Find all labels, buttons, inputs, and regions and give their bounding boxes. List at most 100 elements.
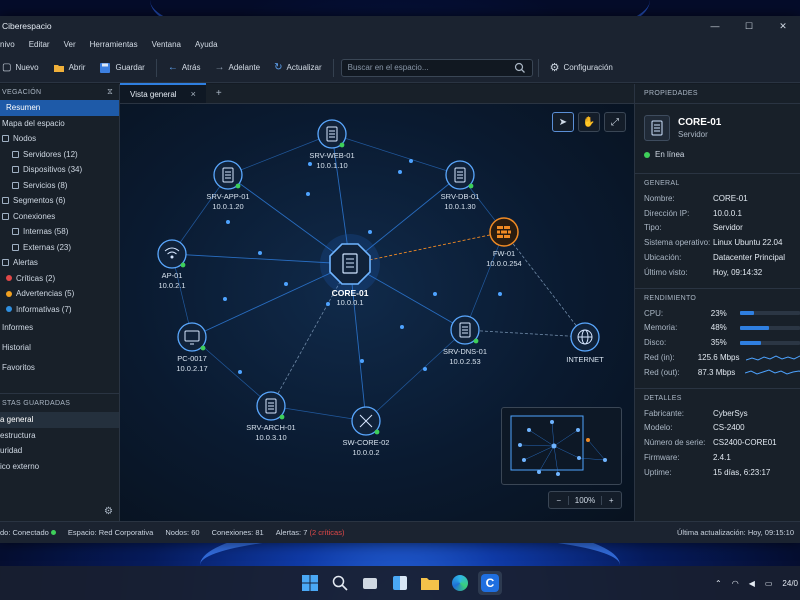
task-view-button[interactable] — [358, 571, 382, 595]
node-label-arch[interactable]: SRV-ARCH-01 10.0.3.10 — [226, 423, 316, 443]
search-input[interactable]: Buscar en el espacio... — [340, 58, 533, 77]
sidebar-item-segments[interactable]: Segmentos (6) — [0, 193, 119, 209]
pan-tool-button[interactable]: ✋ — [578, 112, 600, 132]
online-dot — [374, 429, 380, 435]
tab-close-icon[interactable]: × — [191, 89, 196, 99]
alerts-count[interactable]: Alertas: 7 (2 críticas) — [276, 528, 345, 537]
node-label-db[interactable]: SRV-DB-01 10.0.1.30 — [415, 192, 505, 212]
sidebar-item-label: Externas (23) — [23, 242, 72, 252]
sidebar-item-label: Nodos — [13, 134, 37, 144]
minimap[interactable] — [501, 407, 622, 485]
sidebar-item-services[interactable]: Servicios (8) — [0, 178, 119, 194]
sidebar-item-map[interactable]: Mapa del espacio — [0, 116, 119, 132]
node-name: CORE-01 — [331, 288, 369, 298]
saved-views-title: STAS GUARDADAS — [2, 399, 71, 407]
open-button[interactable]: Abrir — [47, 57, 92, 79]
zoom-out-button[interactable]: − — [549, 496, 568, 505]
volume-icon[interactable]: ◀ — [749, 579, 755, 588]
saved-view-item[interactable]: uridad — [0, 443, 119, 459]
node-label-pc[interactable]: PC-0017 10.0.2.17 — [147, 354, 237, 374]
save-button[interactable]: Guardar — [93, 57, 150, 79]
edge — [365, 329, 466, 422]
new-button[interactable]: ▢ Nuevo — [0, 57, 45, 79]
prop-row: Sistema operativo: Linux Ubuntu 22.04 — [644, 235, 800, 250]
menu-window[interactable]: Ventana — [152, 40, 181, 49]
connections-icon — [2, 212, 9, 220]
node-label-ap[interactable]: AP-01 10.0.2.1 — [127, 271, 217, 291]
menu-view[interactable]: Ver — [64, 40, 76, 49]
sidebar-item-connections[interactable]: Conexiones — [0, 209, 119, 225]
edge-pulse — [498, 292, 502, 296]
sidebar-item-reports[interactable]: Informes — [0, 317, 119, 337]
clock-date[interactable]: 24/0 — [782, 579, 798, 588]
prop-row: Ubicación: Datacenter Principal — [644, 250, 800, 265]
node-label-dns[interactable]: SRV-DNS-01 10.0.2.53 — [420, 347, 510, 367]
server-icon — [12, 150, 19, 158]
menu-edit[interactable]: Editar — [29, 40, 50, 49]
add-tab-button[interactable]: + — [206, 83, 232, 103]
saved-view-item[interactable]: a general — [0, 412, 119, 428]
close-button[interactable]: ✕ — [766, 21, 800, 32]
menu-tools[interactable]: Herramientas — [90, 40, 138, 49]
edge-pulse — [284, 282, 288, 286]
collapse-icon[interactable]: ⧖ — [107, 87, 113, 97]
sidebar-item-devices[interactable]: Dispositivos (34) — [0, 162, 119, 178]
edge-browser-button[interactable] — [448, 571, 472, 595]
zoom-in-button[interactable]: + — [602, 496, 621, 505]
node-ip: 10.0.1.20 — [212, 202, 244, 211]
back-button[interactable]: ← Atrás — [162, 57, 207, 79]
node-label-fw[interactable]: FW-01 10.0.0.254 — [459, 249, 549, 269]
node-label-core[interactable]: CORE-01 10.0.0.1 — [305, 288, 395, 308]
sidebar-item-info[interactable]: Informativas (7) — [0, 302, 119, 318]
sidebar-item-servers[interactable]: Servidores (12) — [0, 147, 119, 163]
menu-file[interactable]: nivo — [0, 40, 15, 49]
windows-pane — [310, 583, 318, 591]
sidebar-item-critical[interactable]: Críticas (2) — [0, 271, 119, 287]
node-label-web[interactable]: SRV-WEB-01 10.0.1.10 — [287, 151, 377, 171]
sidebar-item-alerts[interactable]: Alertas — [0, 255, 119, 271]
sidebar-gear-icon[interactable]: ⚙ — [104, 506, 113, 517]
taskbar-search-button[interactable] — [328, 571, 352, 595]
sidebar-item-external[interactable]: Externas (23) — [0, 240, 119, 256]
sidebar-item-history[interactable]: Historial — [0, 337, 119, 357]
sidebar-item-favorites[interactable]: Favoritos — [0, 357, 119, 377]
menu-bar: nivo Editar Ver Herramientas Ventana Ayu… — [0, 36, 800, 53]
ciberespacio-app-button[interactable]: C — [478, 571, 502, 595]
chevron-up-icon[interactable]: ⌃ — [715, 579, 722, 588]
start-button[interactable] — [298, 571, 322, 595]
node-label-sw[interactable]: SW-CORE-02 10.0.0.2 — [321, 438, 411, 458]
saved-view-item[interactable]: ico externo — [0, 459, 119, 475]
connected-dot-icon — [50, 530, 56, 535]
wifi-icon[interactable]: ◠ — [732, 579, 739, 588]
minimap-node — [577, 456, 581, 460]
sidebar-item-summary[interactable]: Resumen — [0, 100, 119, 116]
refresh-button[interactable]: ↻ Actualizar — [268, 57, 328, 79]
saved-view-item[interactable]: estructura — [0, 428, 119, 444]
node-label-app[interactable]: SRV-APP-01 10.0.1.20 — [183, 192, 273, 212]
service-icon — [12, 181, 19, 189]
node-label-internet[interactable]: INTERNET — [540, 355, 630, 365]
select-tool-button[interactable]: ➤ — [552, 112, 574, 132]
node-ip: 10.0.2.53 — [449, 357, 481, 366]
edge-pulse — [306, 192, 310, 196]
menu-help[interactable]: Ayuda — [195, 40, 218, 49]
prop-row: Último visto: Hoy, 09:14:32 — [644, 265, 800, 280]
save-label: Guardar — [115, 63, 145, 72]
battery-icon[interactable]: ▭ — [765, 579, 773, 588]
widgets-button[interactable] — [388, 571, 412, 595]
tab-overview[interactable]: Vista general × — [120, 83, 206, 103]
settings-button[interactable]: ⚙ Configuración — [544, 57, 619, 79]
sidebar-item-internal[interactable]: Internas (58) — [0, 224, 119, 240]
maximize-button[interactable]: ☐ — [732, 21, 766, 32]
sidebar-item-warnings[interactable]: Advertencias (5) — [0, 286, 119, 302]
fit-view-button[interactable]: ⤢ — [604, 112, 626, 132]
file-explorer-button[interactable] — [418, 571, 442, 595]
hand-icon: ✋ — [582, 116, 596, 128]
workspace-status: Espacio: Red Corporativa — [67, 528, 154, 537]
perf-key: Memoria: — [644, 323, 678, 333]
sidebar-item-nodes[interactable]: Nodos — [0, 131, 119, 147]
network-map[interactable]: SRV-WEB-01 10.0.1.10 SRV-APP-01 10.0.1.20 … — [120, 104, 634, 521]
status-bar: do: Conectado Espacio: Red Corporativa N… — [0, 521, 800, 543]
minimize-button[interactable]: — — [698, 21, 732, 32]
forward-button[interactable]: → Adelante — [209, 57, 267, 79]
